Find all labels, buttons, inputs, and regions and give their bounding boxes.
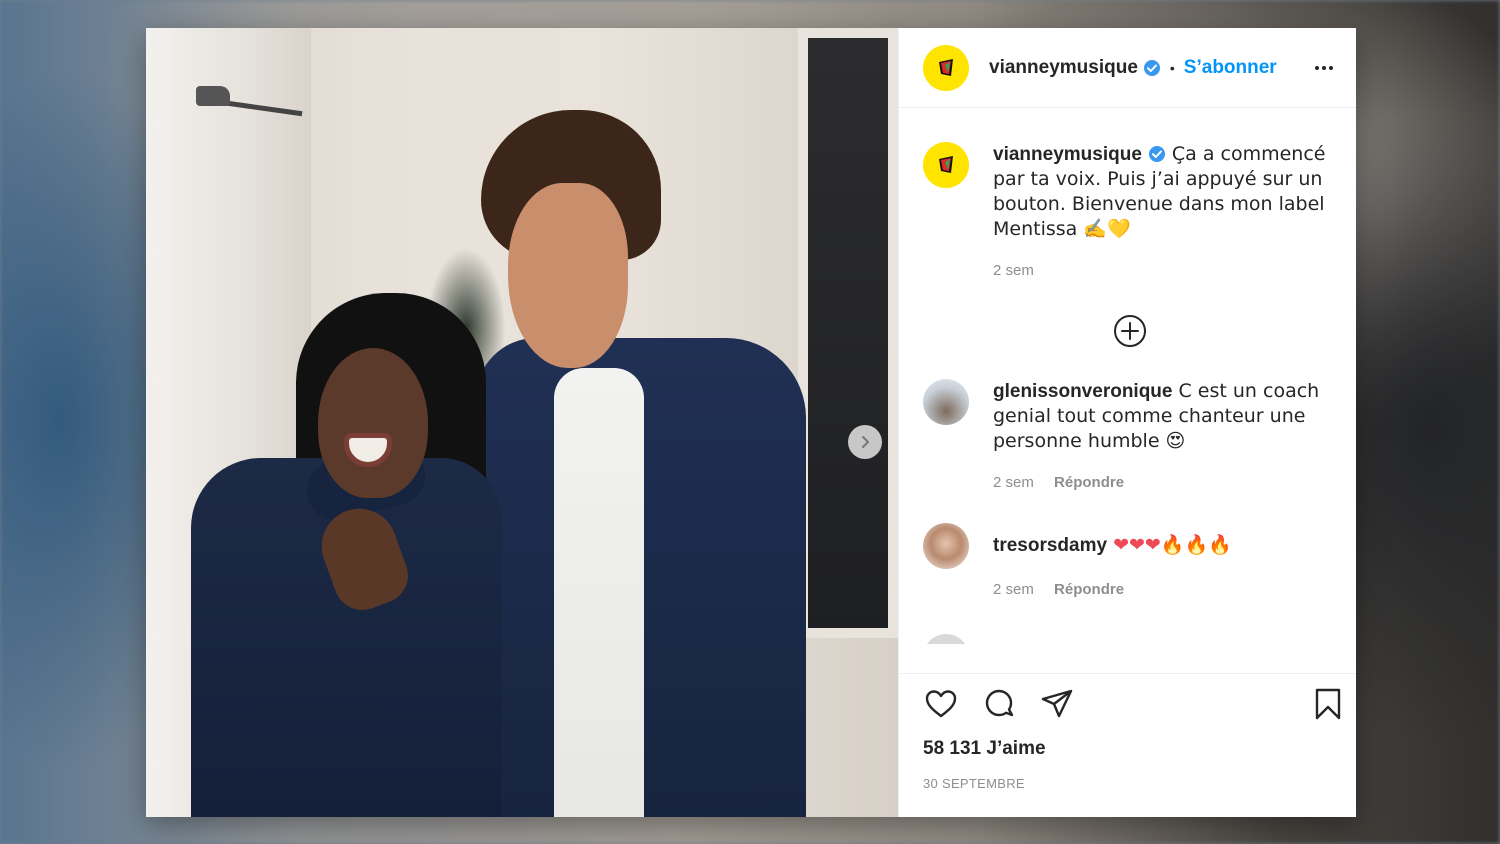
instagram-post: vianneymusique • S’abonner vianneymusiqu… (146, 28, 1356, 817)
commenter-avatar[interactable] (923, 379, 969, 425)
next-icon (862, 436, 869, 448)
comment-time[interactable]: 2 sem (993, 581, 1034, 598)
reply-button[interactable]: Répondre (1054, 474, 1124, 491)
comment-text-block: tresorsdamy ❤❤❤🔥🔥🔥 (993, 523, 1336, 569)
caption-username[interactable]: vianneymusique (993, 144, 1142, 165)
verified-icon (1148, 146, 1165, 162)
commenter-avatar[interactable] (923, 634, 969, 644)
reply-button[interactable]: Répondre (1054, 581, 1124, 598)
comment-text-block: glenissonveronique C est un coach genial … (993, 379, 1336, 454)
save-button[interactable] (1310, 686, 1346, 722)
more-icon (1315, 65, 1333, 70)
comment-meta: 2 sem Répondre (993, 474, 1336, 491)
account-username[interactable]: vianneymusique (989, 57, 1138, 79)
photo-woman-face (318, 348, 428, 498)
caption-time[interactable]: 2 sem (993, 262, 1034, 279)
comment-meta: 2 sem Répondre (993, 581, 1336, 598)
caption-avatar[interactable] (923, 142, 969, 188)
label-logo-icon (939, 58, 953, 76)
load-more-comments-button[interactable] (923, 313, 1336, 349)
add-comment-icon (1113, 315, 1146, 347)
photo-man-shirt (554, 368, 644, 817)
header-separator: • (1169, 59, 1175, 76)
comment-item-partial (923, 634, 1336, 644)
comment-time[interactable]: 2 sem (993, 474, 1034, 491)
share-button[interactable] (1039, 686, 1075, 722)
post-date[interactable]: 30 SEPTEMBRE (899, 760, 1356, 791)
post-header: vianneymusique • S’abonner (899, 28, 1356, 108)
caption: vianneymusique Ça a commencé par ta voix.… (923, 142, 1336, 242)
comments-list[interactable]: vianneymusique Ça a commencé par ta voix.… (899, 108, 1356, 674)
caption-meta: 2 sem (993, 262, 1336, 279)
action-bar (899, 674, 1356, 734)
caption-text-block: vianneymusique Ça a commencé par ta voix.… (993, 142, 1336, 242)
next-photo-button[interactable] (848, 425, 882, 459)
commenter-avatar[interactable] (923, 523, 969, 569)
photo-frame (798, 28, 898, 638)
follow-button[interactable]: S’abonner (1184, 57, 1277, 79)
comment-text: ❤❤❤🔥🔥🔥 (1113, 534, 1232, 556)
like-icon (925, 690, 957, 718)
post-photo (146, 28, 898, 817)
account-avatar[interactable] (923, 44, 969, 91)
more-options-button[interactable] (1312, 56, 1336, 80)
save-icon (1315, 688, 1341, 720)
comment-button[interactable] (981, 686, 1017, 722)
verified-icon (1143, 59, 1160, 76)
comment-item: glenissonveronique C est un coach genial … (923, 379, 1336, 454)
comment-item: tresorsdamy ❤❤❤🔥🔥🔥 (923, 523, 1336, 569)
share-icon (1041, 689, 1073, 718)
label-logo-icon (939, 156, 953, 173)
likes-count[interactable]: 58 131 J’aime (899, 734, 1356, 760)
comment-username[interactable]: glenissonveronique (993, 381, 1172, 402)
comment-icon (985, 689, 1014, 717)
photo-lamp (196, 86, 230, 106)
photo-man-face (508, 183, 628, 368)
comment-username[interactable]: tresorsdamy (993, 535, 1107, 556)
like-button[interactable] (923, 686, 959, 722)
post-side-panel: vianneymusique • S’abonner vianneymusiqu… (898, 28, 1356, 817)
